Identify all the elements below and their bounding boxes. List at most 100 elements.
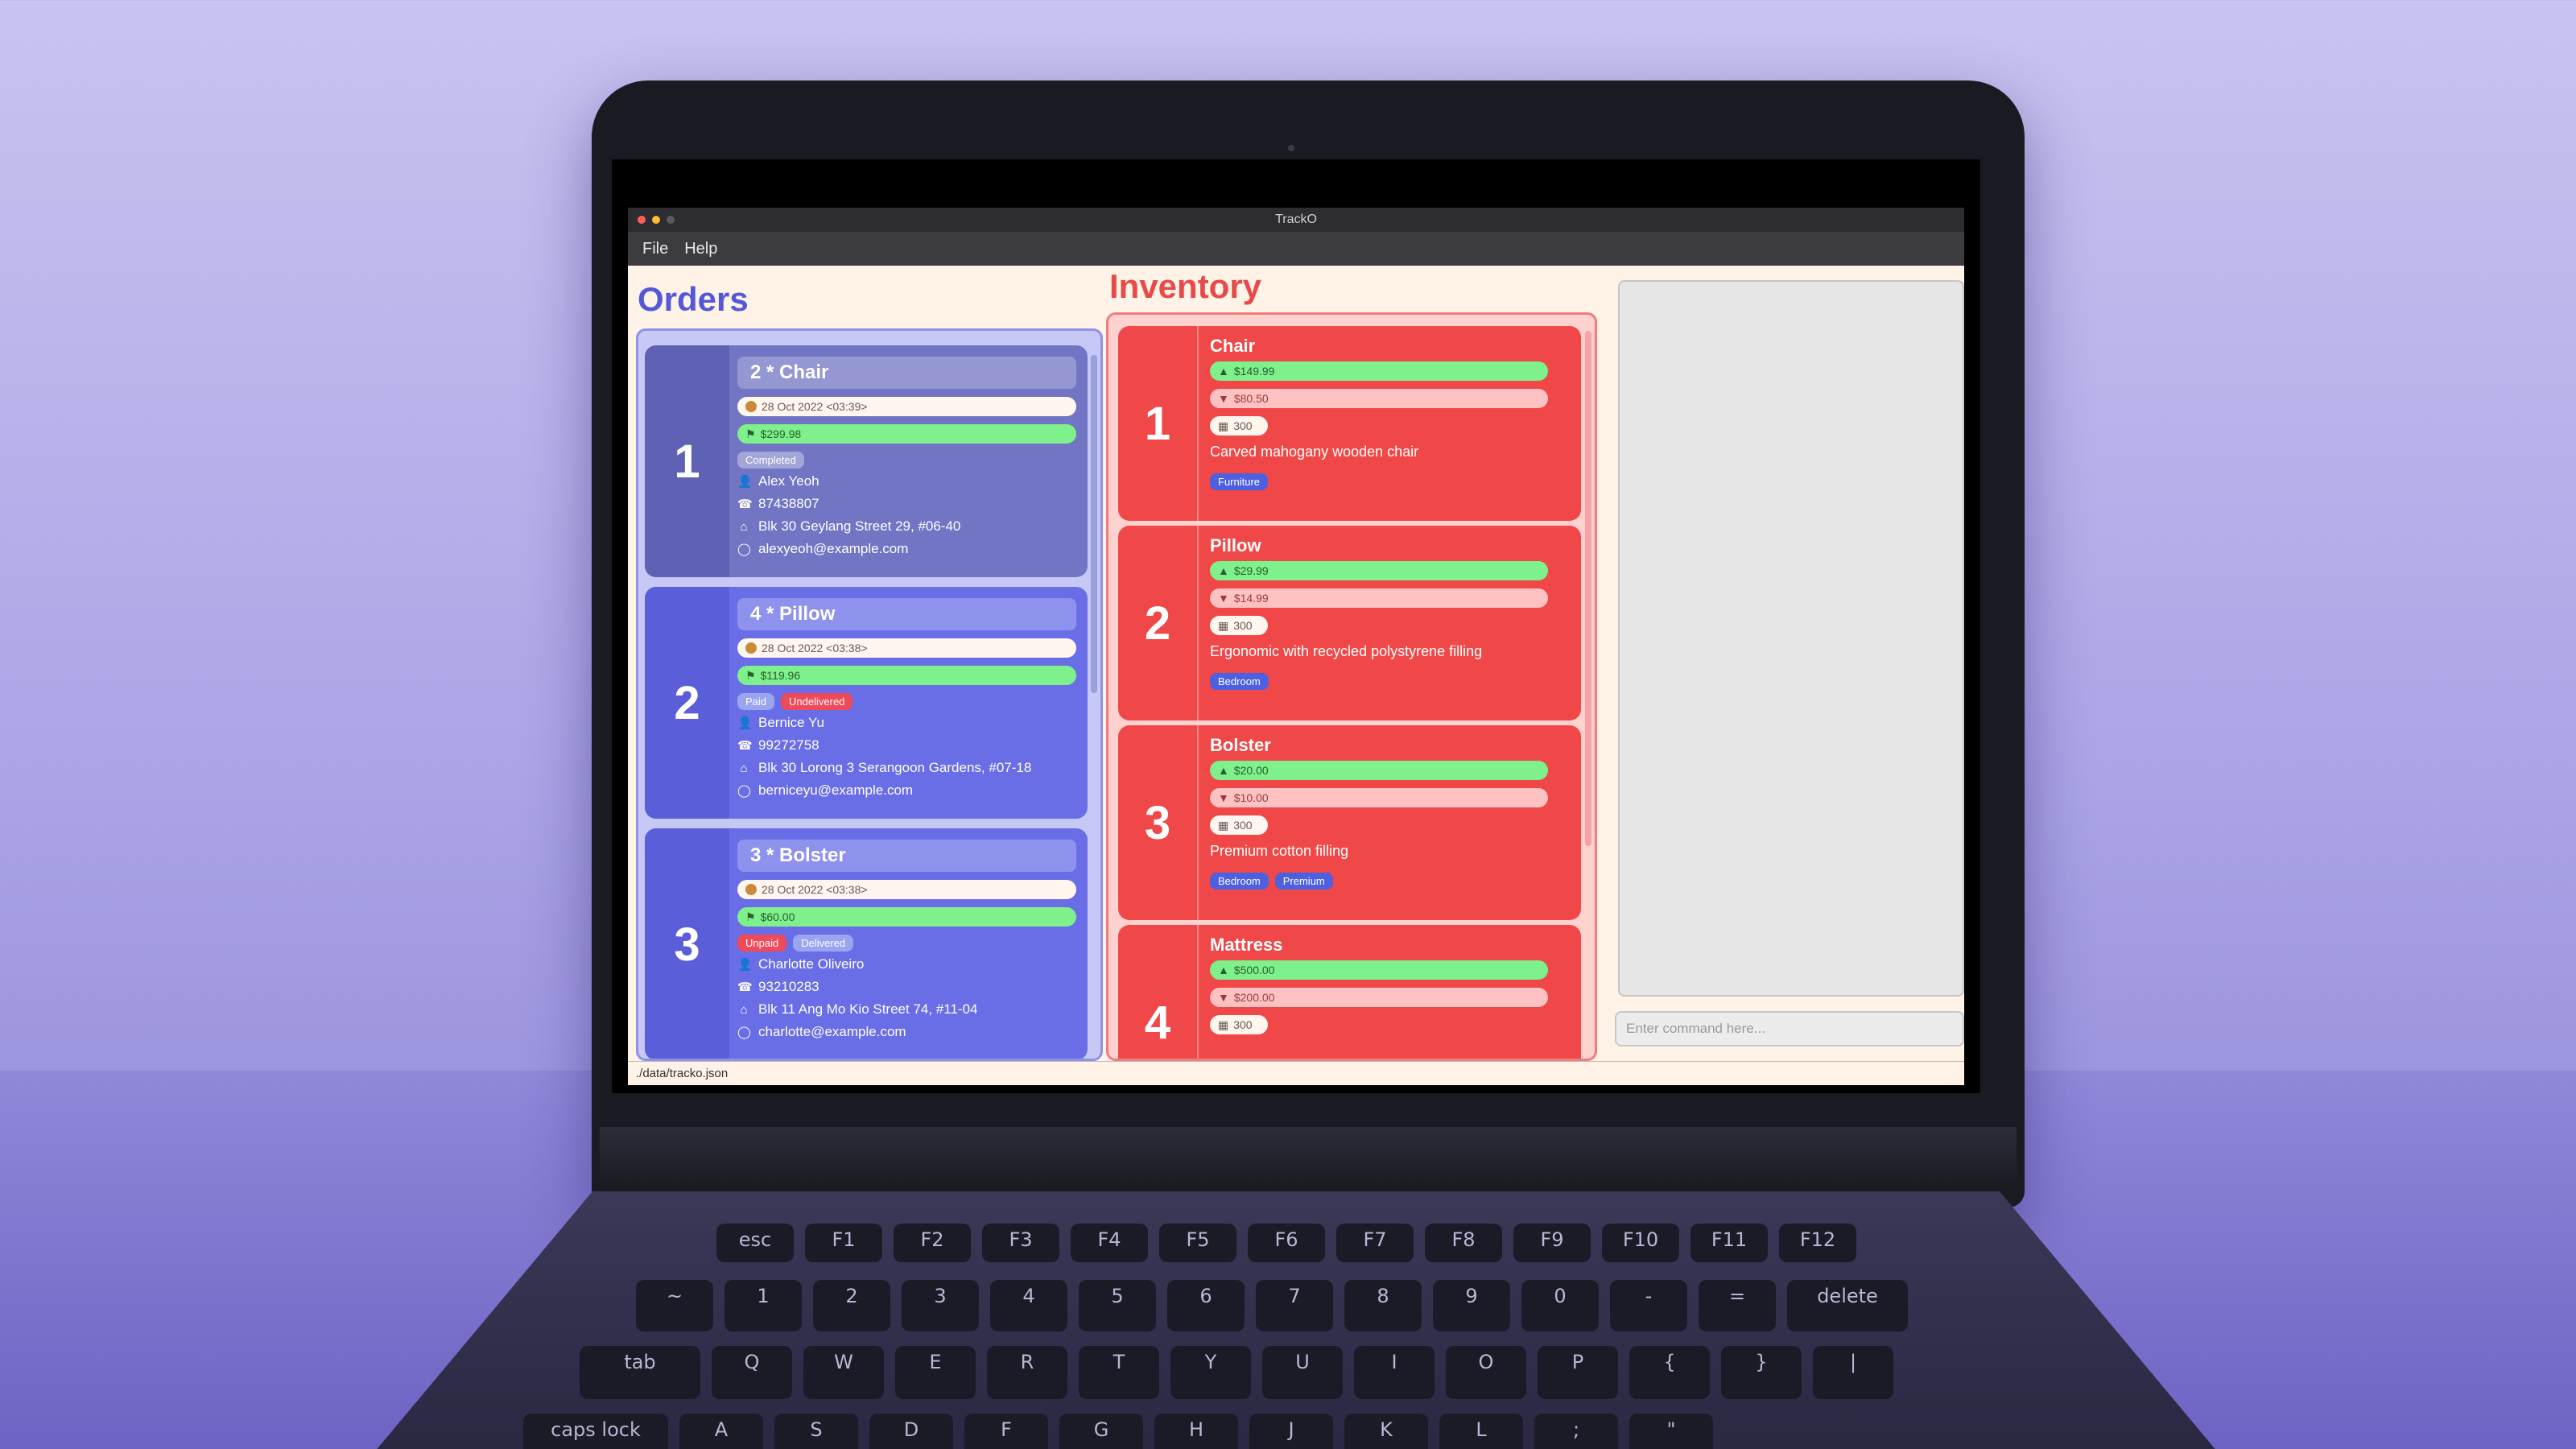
key: 6 (1167, 1280, 1245, 1331)
inventory-description: Ergonomic with recycled polystyrene fill… (1210, 643, 1483, 659)
key: | (1813, 1346, 1893, 1399)
keyboard: esc F1 F2 F3 F4 F5 F6 F7 F8 F9 F10 F11 F… (370, 1191, 2222, 1449)
order-date: 28 Oct 2022 <03:39> (737, 397, 1076, 416)
orders-list[interactable]: 1 2 * Chair 28 Oct 2022 <03:39> ⚑ $299.98… (636, 328, 1103, 1061)
key: ; (1534, 1414, 1618, 1449)
key: F5 (1159, 1224, 1236, 1262)
price-tag-icon: ⚑ (745, 427, 756, 440)
key: D (869, 1414, 953, 1449)
customer-name: 👤 Bernice Yu (737, 715, 824, 730)
qwerty-key-row: tab Q W E R T Y U I O P { } | (580, 1346, 1893, 1399)
home-icon: ⌂ (740, 519, 748, 534)
inventory-description: Premium cotton filling (1210, 843, 1349, 859)
home-key-row: caps lock A S D F G H J K L ; " (523, 1414, 1713, 1449)
sell-price: ▲ $20.00 (1210, 761, 1548, 780)
key: F (964, 1414, 1048, 1449)
key: O (1446, 1346, 1526, 1399)
sell-price-icon: ▲ (1218, 964, 1229, 976)
inventory-title: Inventory (1109, 267, 1262, 305)
close-window-button[interactable] (638, 216, 646, 224)
key: " (1629, 1414, 1713, 1449)
sell-price-icon: ▲ (1218, 764, 1229, 777)
inventory-name: Bolster (1210, 735, 1271, 755)
cost-price-icon: ▼ (1218, 791, 1229, 804)
key: K (1344, 1414, 1428, 1449)
app-window: File Help Orders Inventory 1 2 * Chair 2… (628, 232, 1964, 1085)
menu-help[interactable]: Help (684, 240, 717, 258)
inventory-card[interactable]: 2 Pillow ▲ $29.99 ▼ $14.99 ▦ 300 Ergonomic … (1118, 526, 1581, 720)
customer-name: 👤 Charlotte Oliveiro (737, 956, 865, 972)
order-card[interactable]: 2 4 * Pillow 28 Oct 2022 <03:38> ⚑ $119.9… (645, 587, 1088, 819)
order-date: 28 Oct 2022 <03:38> (737, 880, 1076, 899)
key: I (1354, 1346, 1435, 1399)
inventory-card[interactable]: 1 Chair ▲ $149.99 ▼ $80.50 ▦ 300 Carved mah… (1118, 326, 1581, 521)
box-icon: ▦ (1218, 1018, 1229, 1031)
person-icon: 👤 (737, 716, 753, 730)
category-tag: Bedroom (1210, 873, 1269, 890)
inventory-description: Carved mahogany wooden chair (1210, 444, 1419, 460)
key: J (1249, 1414, 1333, 1449)
key: U (1262, 1346, 1343, 1399)
number-key-row: ~ 1 2 3 4 5 6 7 8 9 0 - = delete (636, 1280, 1908, 1331)
inventory-card[interactable]: 3 Bolster ▲ $20.00 ▼ $10.00 ▦ 300 Premium c… (1118, 725, 1581, 920)
cost-price-icon: ▼ (1218, 991, 1229, 1004)
clock-icon (745, 401, 757, 412)
box-icon: ▦ (1218, 419, 1229, 432)
home-icon: ⌂ (740, 1002, 748, 1017)
customer-email: ◯ berniceyu@example.com (737, 782, 914, 798)
phone-icon: ☎ (737, 739, 753, 753)
key: W (803, 1346, 884, 1399)
order-index: 3 (645, 828, 729, 1059)
person-icon: 👤 (737, 958, 753, 972)
menu-file[interactable]: File (642, 240, 668, 258)
status-badge: Undelivered (781, 693, 853, 710)
inventory-scrollbar[interactable] (1585, 331, 1591, 846)
orders-scrollbar[interactable] (1091, 355, 1097, 693)
inventory-list[interactable]: 1 Chair ▲ $149.99 ▼ $80.50 ▦ 300 Carved mah… (1106, 312, 1597, 1061)
zoom-window-button[interactable] (667, 216, 675, 224)
key: 9 (1433, 1280, 1510, 1331)
key: 2 (813, 1280, 890, 1331)
customer-address: ⌂ Blk 30 Lorong 3 Serangoon Gardens, #07-… (737, 760, 1076, 776)
status-badge: Completed (737, 452, 804, 469)
key: ~ (636, 1280, 713, 1331)
status-badge: Unpaid (737, 935, 787, 952)
command-input[interactable] (1615, 1011, 1964, 1046)
order-price: ⚑ $299.98 (737, 424, 1076, 444)
order-card[interactable]: 3 3 * Bolster 28 Oct 2022 <03:38> ⚑ $60.0… (645, 828, 1088, 1059)
key: F9 (1513, 1224, 1591, 1262)
key: 5 (1079, 1280, 1156, 1331)
key: P (1538, 1346, 1618, 1399)
category-tag: Bedroom (1210, 673, 1269, 690)
inventory-name: Mattress (1210, 935, 1283, 955)
cost-price-icon: ▼ (1218, 392, 1229, 405)
inventory-card[interactable]: 4 Mattress ▲ $500.00 ▼ $200.00 ▦ 300 (1118, 925, 1581, 1059)
camera-icon (1288, 145, 1294, 151)
minimize-window-button[interactable] (652, 216, 660, 224)
key: Q (712, 1346, 792, 1399)
key: L (1439, 1414, 1523, 1449)
key: 8 (1344, 1280, 1422, 1331)
key: S (774, 1414, 858, 1449)
key: tab (580, 1346, 700, 1399)
key: Y (1170, 1346, 1251, 1399)
category-tag: Premium (1274, 873, 1333, 890)
email-icon: ◯ (737, 543, 751, 556)
order-index: 2 (645, 587, 729, 819)
laptop-hinge (600, 1127, 2017, 1199)
order-index: 1 (645, 345, 729, 577)
menu-bar: File Help (628, 232, 1964, 266)
customer-phone: ☎ 99272758 (737, 737, 819, 753)
key: F10 (1602, 1224, 1679, 1262)
price-tag-icon: ⚑ (745, 668, 756, 682)
customer-phone: ☎ 93210283 (737, 979, 819, 994)
key: = (1699, 1280, 1776, 1331)
order-price: ⚑ $60.00 (737, 907, 1076, 927)
key: - (1610, 1280, 1687, 1331)
key: F3 (982, 1224, 1059, 1262)
order-card[interactable]: 1 2 * Chair 28 Oct 2022 <03:39> ⚑ $299.98… (645, 345, 1088, 577)
order-item: 3 * Bolster (737, 840, 1076, 872)
box-icon: ▦ (1218, 818, 1229, 832)
customer-email: ◯ alexyeoh@example.com (737, 541, 909, 556)
quantity-badge: ▦ 300 (1210, 416, 1268, 436)
